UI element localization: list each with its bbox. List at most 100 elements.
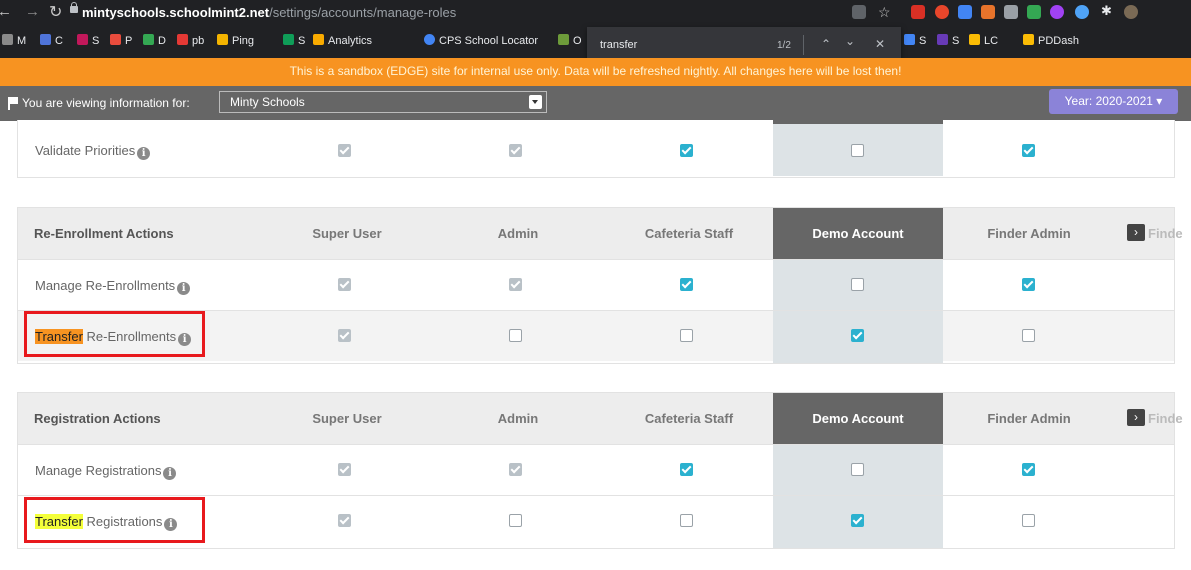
bookmark-item[interactable]: CPS School Locator: [424, 33, 538, 49]
permission-checkbox[interactable]: [338, 329, 351, 342]
avatar[interactable]: [1124, 5, 1138, 19]
extension-icon[interactable]: [1075, 5, 1089, 19]
permission-checkbox[interactable]: [851, 463, 864, 476]
chevron-down-icon[interactable]: ⌄: [845, 34, 855, 48]
permission-checkbox[interactable]: [680, 144, 693, 157]
column-header-partial: Finde: [1148, 411, 1183, 426]
permission-checkbox[interactable]: [1022, 514, 1035, 527]
permission-checkbox[interactable]: [1022, 463, 1035, 476]
permission-row: Manage Registrations i: [18, 444, 1174, 495]
column-header-partial: Finde: [1148, 226, 1183, 241]
permission-row: Validate Priorities i: [18, 125, 1174, 176]
bookmark-item[interactable]: S: [283, 33, 305, 49]
permission-checkbox[interactable]: [509, 278, 522, 291]
bookmark-item[interactable]: S: [937, 33, 959, 49]
permission-checkbox[interactable]: [338, 144, 351, 157]
section-title: Registration Actions: [34, 411, 161, 426]
year-dropdown-button[interactable]: Year: 2020-2021 ▾: [1049, 89, 1178, 114]
column-header-admin: Admin: [497, 226, 539, 241]
puzzle-icon[interactable]: ✱: [1101, 3, 1112, 19]
permission-checkbox[interactable]: [851, 278, 864, 291]
column-header-cafeteria-staff: Cafeteria Staff: [644, 411, 734, 426]
scroll-right-button[interactable]: ›: [1127, 224, 1145, 241]
chevron-up-icon[interactable]: ⌃: [821, 37, 831, 51]
permission-checkbox[interactable]: [680, 278, 693, 291]
permission-checkbox[interactable]: [509, 144, 522, 157]
bookmark-item[interactable]: pb: [177, 33, 204, 49]
row-label: Validate Priorities i: [35, 143, 151, 160]
info-icon[interactable]: i: [163, 467, 177, 480]
row-label: Manage Registrations i: [35, 463, 177, 480]
scroll-right-button[interactable]: ›: [1127, 409, 1145, 426]
permission-checkbox[interactable]: [851, 144, 864, 157]
bookmark-item[interactable]: S: [77, 33, 99, 49]
permission-checkbox[interactable]: [851, 514, 864, 527]
extension-icon[interactable]: [958, 5, 972, 19]
viewing-label: You are viewing information for:: [22, 96, 190, 110]
permission-checkbox[interactable]: [1022, 329, 1035, 342]
bookmark-item[interactable]: PDDash: [1023, 33, 1079, 49]
permission-checkbox[interactable]: [851, 329, 864, 342]
permission-checkbox[interactable]: [338, 514, 351, 527]
permission-checkbox[interactable]: [509, 514, 522, 527]
lock-icon[interactable]: [70, 2, 78, 13]
address-bar-row: ← → ↻ mintyschools.schoolmint2.net/setti…: [0, 0, 1191, 26]
bookmark-item[interactable]: C: [40, 33, 63, 49]
reader-icon[interactable]: [852, 5, 866, 19]
star-icon[interactable]: ☆: [878, 4, 891, 21]
column-header-finder-admin: Finder Admin: [987, 226, 1071, 241]
column-header-super-user: Super User: [312, 411, 382, 426]
annotation-box: [24, 497, 205, 543]
permission-checkbox[interactable]: [680, 514, 693, 527]
find-input[interactable]: transfer: [600, 39, 637, 51]
demo-column-header-edge: [773, 120, 943, 124]
bookmark-item[interactable]: D: [143, 33, 166, 49]
permission-checkbox[interactable]: [1022, 278, 1035, 291]
permission-checkbox[interactable]: [338, 463, 351, 476]
permission-checkbox[interactable]: [509, 329, 522, 342]
bookmark-item[interactable]: P: [110, 33, 132, 49]
info-icon[interactable]: i: [137, 147, 151, 160]
bookmark-item[interactable]: M: [2, 33, 26, 49]
permission-checkbox[interactable]: [1022, 144, 1035, 157]
extension-icon[interactable]: [935, 5, 949, 19]
bookmark-item[interactable]: Ping: [217, 33, 254, 49]
column-header-demo-account: Demo Account: [773, 208, 943, 259]
extension-icon[interactable]: [911, 5, 925, 19]
url-field[interactable]: mintyschools.schoolmint2.net/settings/ac…: [82, 4, 456, 22]
extension-icon[interactable]: [1004, 5, 1018, 19]
extension-icon[interactable]: [981, 5, 995, 19]
section-partial: Validate Priorities i: [17, 120, 1175, 178]
annotation-box: [24, 311, 205, 357]
permission-checkbox[interactable]: [509, 463, 522, 476]
find-match-count: 1/2: [777, 40, 791, 51]
find-divider: [803, 35, 804, 55]
flag-icon: [8, 97, 18, 110]
browser-chrome: ← → ↻ mintyschools.schoolmint2.net/setti…: [0, 0, 1191, 63]
bookmark-item[interactable]: Analytics: [313, 33, 372, 49]
close-icon[interactable]: ✕: [875, 37, 885, 51]
school-select-value: Minty Schools: [230, 95, 305, 109]
column-header-super-user: Super User: [312, 226, 382, 241]
permission-checkbox[interactable]: [680, 463, 693, 476]
section-title: Re-Enrollment Actions: [34, 226, 174, 241]
chevron-down-icon[interactable]: [529, 95, 542, 109]
reload-icon[interactable]: ↻: [49, 2, 62, 22]
info-icon[interactable]: i: [177, 282, 191, 295]
back-icon[interactable]: ←: [0, 3, 12, 20]
permission-checkbox[interactable]: [338, 278, 351, 291]
extension-icon[interactable]: [1050, 5, 1064, 19]
column-header-finder-admin: Finder Admin: [987, 411, 1071, 426]
section-header: Re-Enrollment Actions Super User Admin C…: [18, 208, 1183, 259]
row-label: Manage Re-Enrollments i: [35, 278, 191, 295]
permission-checkbox[interactable]: [680, 329, 693, 342]
forward-icon[interactable]: →: [25, 3, 40, 20]
bookmark-item[interactable]: LC: [969, 33, 998, 49]
section-header: Registration Actions Super User Admin Ca…: [18, 393, 1183, 444]
bookmark-item[interactable]: O: [558, 33, 582, 49]
school-select[interactable]: Minty Schools: [219, 91, 547, 113]
column-header-admin: Admin: [497, 411, 539, 426]
bookmark-item[interactable]: S: [904, 33, 926, 49]
extension-icon[interactable]: [1027, 5, 1041, 19]
column-header-cafeteria-staff: Cafeteria Staff: [644, 226, 734, 241]
